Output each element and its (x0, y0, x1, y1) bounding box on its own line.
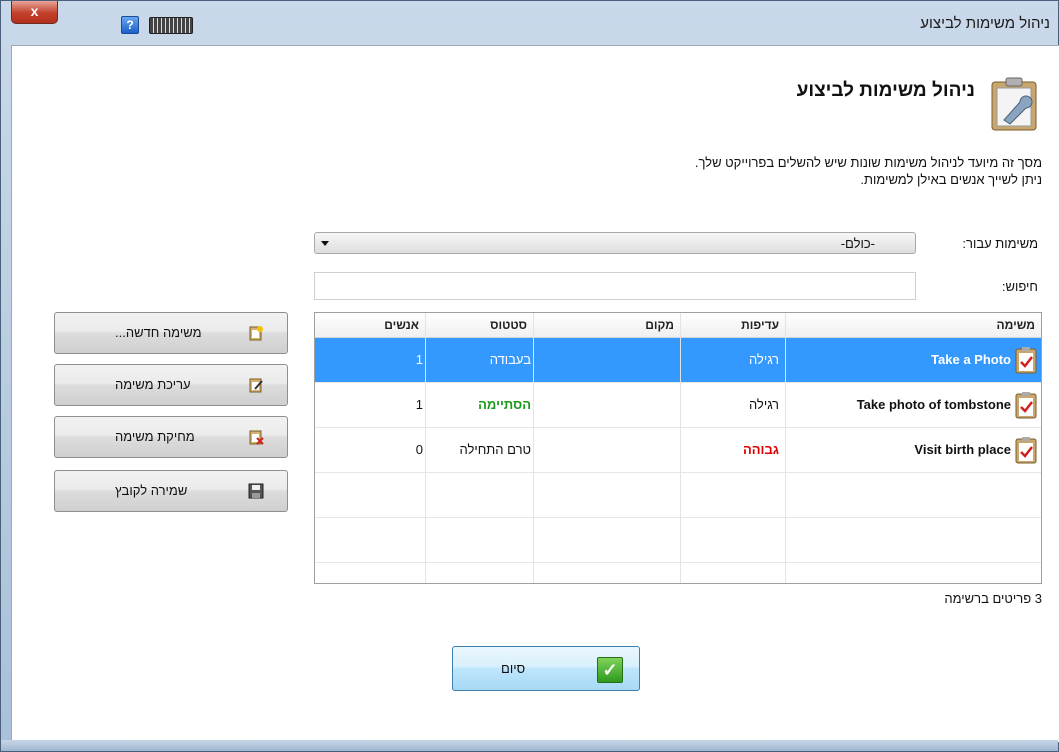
close-button[interactable]: x (11, 1, 58, 24)
description: מסך זה מיועד לניהול משימות שונות שיש להש… (695, 154, 1042, 188)
window-bottom-border (1, 740, 1058, 751)
column-divider (785, 313, 786, 583)
description-line-2: ניתן לשייך אנשים באילן למשימות. (860, 172, 1042, 187)
finish-button[interactable]: סיום ✓ (452, 646, 640, 691)
column-header-status[interactable]: סטטוס (425, 313, 533, 338)
dialog-content: ניהול משימות לביצוע מסך זה מיועד לניהול … (11, 45, 1059, 742)
tasks-table[interactable]: משימה עדיפות מקום סטטוס אנשים Take a Pho… (314, 312, 1042, 584)
filter-label: משימות עבור: (962, 236, 1038, 251)
delete-task-icon (249, 430, 264, 445)
title-bar: x ? ניהול משימות לביצוע (1, 1, 1058, 45)
task-name: Visit birth place (914, 442, 1011, 457)
task-priority: גבוהה (742, 442, 779, 457)
column-divider (680, 313, 681, 583)
column-header-priority[interactable]: עדיפות (680, 313, 785, 338)
task-people: 1 (415, 397, 423, 412)
table-row[interactable]: Visit birth place גבוהה טרם התחילה 0 (315, 428, 1041, 473)
task-people: 1 (415, 352, 423, 367)
chevron-down-icon (321, 241, 329, 246)
task-name: Take a Photo (931, 352, 1011, 367)
task-priority: רגילה (748, 397, 779, 412)
filter-dropdown[interactable]: -כולם- (314, 232, 916, 254)
delete-task-label: מחיקת משימה (115, 429, 195, 444)
column-divider (533, 313, 534, 583)
table-row-empty (315, 518, 1041, 563)
clipboard-check-icon (1015, 392, 1037, 419)
clipboard-check-icon (1015, 347, 1037, 374)
save-icon (248, 483, 264, 499)
clipboard-wrench-icon (991, 77, 1037, 131)
column-header-place[interactable]: מקום (533, 313, 680, 338)
new-task-label: משימה חדשה... (115, 325, 202, 340)
task-priority: רגילה (748, 352, 779, 367)
page-title: ניהול משימות לביצוע (796, 80, 975, 101)
edit-task-label: עריכת משימה (115, 377, 191, 392)
table-row[interactable]: Take a Photo רגילה בעבודה 1 (315, 338, 1041, 383)
edit-task-icon (249, 378, 263, 393)
delete-task-button[interactable]: מחיקת משימה (54, 416, 288, 458)
filter-selected: -כולם- (840, 236, 875, 251)
new-task-icon (249, 326, 263, 341)
column-header-people[interactable]: אנשים (315, 313, 425, 338)
close-icon: x (30, 3, 39, 19)
save-to-file-label: שמירה לקובץ (115, 483, 188, 498)
description-line-1: מסך זה מיועד לניהול משימות שונות שיש להש… (694, 155, 1042, 170)
task-status: הסתיימה (478, 397, 531, 412)
help-icon[interactable]: ? (121, 16, 139, 34)
window-title: ניהול משימות לביצוע (920, 15, 1050, 32)
task-status: בעבודה (489, 352, 531, 367)
column-header-task[interactable]: משימה (785, 313, 1041, 338)
edit-task-button[interactable]: עריכת משימה (54, 364, 288, 406)
item-count: 3 פריטים ברשימה (944, 591, 1042, 606)
search-input[interactable] (314, 272, 916, 300)
checkmark-icon: ✓ (597, 657, 623, 683)
app-window: x ? ניהול משימות לביצוע ניהול משימות לבי… (0, 0, 1059, 752)
search-label: חיפוש: (1001, 279, 1038, 294)
task-name: Take photo of tombstone (856, 397, 1011, 412)
table-row-empty (315, 473, 1041, 518)
save-to-file-button[interactable]: שמירה לקובץ (54, 470, 288, 512)
task-status: טרם התחילה (459, 442, 532, 457)
column-divider (425, 313, 426, 583)
clipboard-check-icon (1015, 437, 1037, 464)
finish-label: סיום (501, 661, 526, 676)
task-people: 0 (415, 442, 423, 457)
keyboard-icon[interactable] (149, 17, 193, 34)
new-task-button[interactable]: משימה חדשה... (54, 312, 288, 354)
table-row[interactable]: Take photo of tombstone רגילה הסתיימה 1 (315, 383, 1041, 428)
